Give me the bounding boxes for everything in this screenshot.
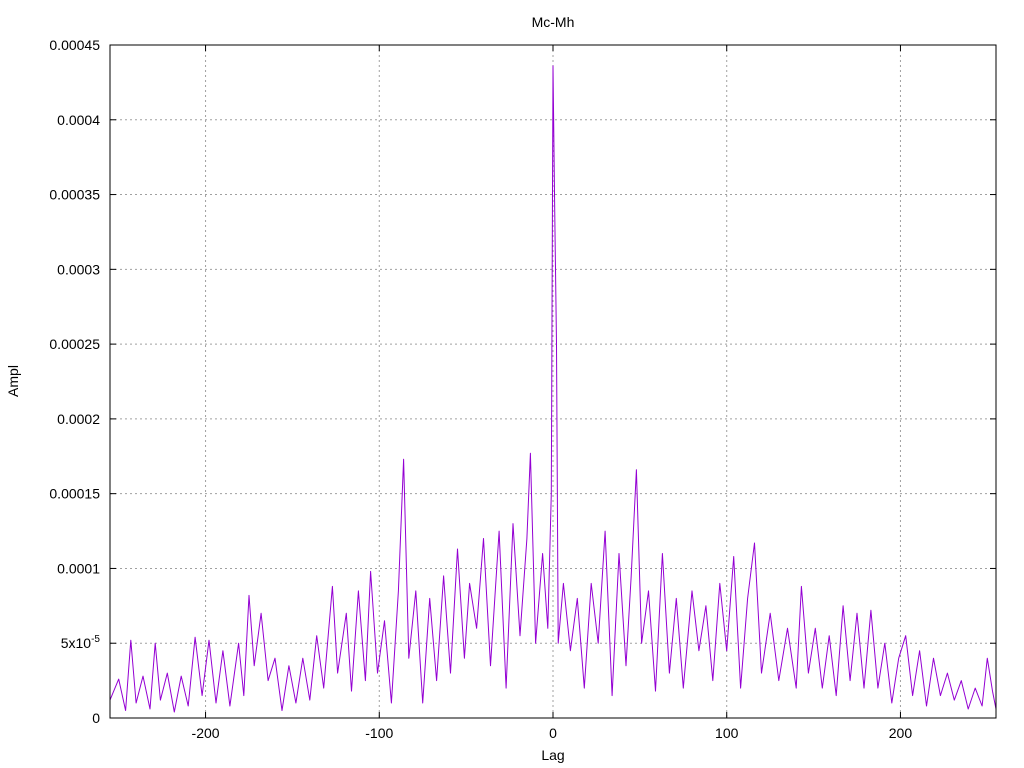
y-tick-label: 0 [92,710,100,726]
x-axis-label: Lag [541,747,564,763]
x-tick-label: 0 [549,725,557,741]
y-tick-label: 0.0002 [57,411,100,427]
x-tick-label: -200 [192,725,220,741]
x-tick-label: -100 [365,725,393,741]
y-tick-label: 0.0003 [57,261,100,277]
chart-background [0,0,1024,768]
chart: -200 -100 0 100 20005x10-50.00010.000150.000… [0,0,1024,768]
y-tick-label: 0.0004 [57,112,100,128]
y-tick-label: 0.00035 [49,187,100,203]
y-tick-label: 0.00045 [49,37,100,53]
y-tick-label: 0.0001 [57,560,100,576]
y-tick-label: 0.00025 [49,336,100,352]
x-tick-label: 100 [715,725,739,741]
chart-title: Mc-Mh [532,14,575,30]
x-tick-label: 200 [889,725,913,741]
y-tick-label: 0.00015 [49,486,100,502]
y-axis-label: Ampl [5,365,21,397]
